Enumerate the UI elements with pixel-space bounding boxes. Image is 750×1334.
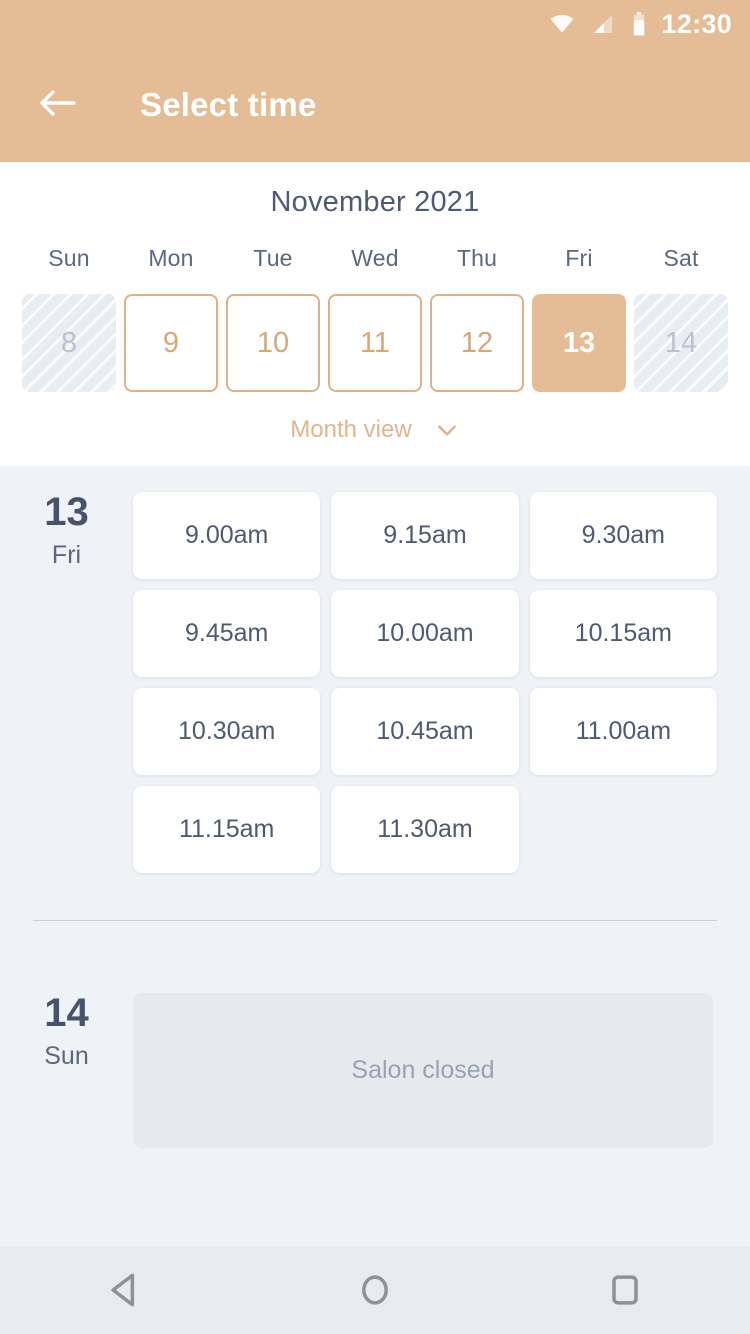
day-section-13: 13 Fri 9.00am 9.15am 9.30am 9.45am 10.00…: [0, 466, 750, 873]
time-slot[interactable]: 9.15am: [331, 492, 519, 579]
nav-recents-square-icon: [603, 1268, 647, 1312]
nav-home-button[interactable]: [320, 1246, 430, 1334]
weekday-label: Wed: [351, 245, 399, 271]
weekday-label: Sat: [663, 245, 699, 271]
date-cell-11[interactable]: 11: [328, 294, 422, 392]
time-slot[interactable]: 11.00am: [529, 688, 717, 775]
status-bar-clock: 12:30: [661, 8, 732, 39]
time-slot[interactable]: 10.30am: [133, 688, 321, 775]
nav-home-circle-icon: [353, 1268, 397, 1312]
time-slot[interactable]: 10.00am: [331, 590, 519, 677]
time-slot[interactable]: 10.15am: [529, 590, 717, 677]
date-cell-12[interactable]: 12: [430, 294, 524, 392]
date-cell-8: 8: [22, 294, 116, 392]
salon-closed-card: Salon closed: [133, 993, 713, 1148]
chevron-down-icon: [434, 417, 460, 443]
weekday-label: Tue: [253, 245, 293, 271]
date-cell-10[interactable]: 10: [226, 294, 320, 392]
weekday-label: Fri: [565, 245, 593, 271]
time-slot[interactable]: 11.30am: [331, 786, 519, 873]
calendar-month-title: November 2021: [270, 186, 480, 218]
arrow-left-icon: [39, 88, 77, 123]
calendar-date-row: 8 9 10 11 12 13 14: [0, 294, 750, 392]
status-bar: 12:30: [0, 0, 750, 48]
weekday-label: Thu: [456, 245, 498, 271]
time-slot[interactable]: 9.45am: [133, 590, 321, 677]
date-cell-14: 14: [634, 294, 728, 392]
day-of-week: Fri: [51, 541, 82, 569]
day-label-13: 13 Fri: [0, 492, 133, 873]
calendar-panel: November 2021 Sun Mon Tue Wed Thu Fri Sa…: [0, 162, 750, 466]
android-navigation-bar: [0, 1246, 750, 1334]
day-number: 13: [44, 490, 89, 534]
weekday-label: Sun: [48, 245, 90, 271]
time-slots-grid: 9.00am 9.15am 9.30am 9.45am 10.00am 10.1…: [133, 492, 717, 873]
date-cell-9[interactable]: 9: [124, 294, 218, 392]
schedule-body: 13 Fri 9.00am 9.15am 9.30am 9.45am 10.00…: [0, 466, 750, 1148]
time-slot[interactable]: 9.00am: [133, 492, 321, 579]
app-bar: Select time: [0, 48, 750, 162]
status-bar-icons: [549, 11, 647, 37]
date-cell-13[interactable]: 13: [532, 294, 626, 392]
page-title: Select time: [140, 86, 317, 123]
time-slots-wrapper: 9.00am 9.15am 9.30am 9.45am 10.00am 10.1…: [133, 492, 750, 873]
day-label-14: 14 Sun: [0, 993, 133, 1148]
month-view-toggle[interactable]: Month view: [0, 416, 750, 444]
nav-recents-button[interactable]: [570, 1246, 680, 1334]
battery-icon: [631, 11, 647, 37]
wifi-icon: [549, 11, 575, 37]
day-of-week: Sun: [44, 1042, 89, 1070]
day-section-14: 14 Sun Salon closed: [0, 921, 750, 1148]
cellular-signal-icon: [591, 12, 615, 36]
time-slot[interactable]: 9.30am: [529, 492, 717, 579]
weekday-label: Mon: [148, 245, 194, 271]
calendar-weekday-row: Sun Mon Tue Wed Thu Fri Sat: [0, 245, 750, 272]
nav-back-triangle-icon: [103, 1268, 147, 1312]
back-button[interactable]: [30, 77, 86, 133]
month-view-label: Month view: [290, 416, 412, 443]
time-slot[interactable]: 10.45am: [331, 688, 519, 775]
nav-back-button[interactable]: [70, 1246, 180, 1334]
time-slot[interactable]: 11.15am: [133, 786, 321, 873]
day-number: 14: [44, 991, 89, 1035]
